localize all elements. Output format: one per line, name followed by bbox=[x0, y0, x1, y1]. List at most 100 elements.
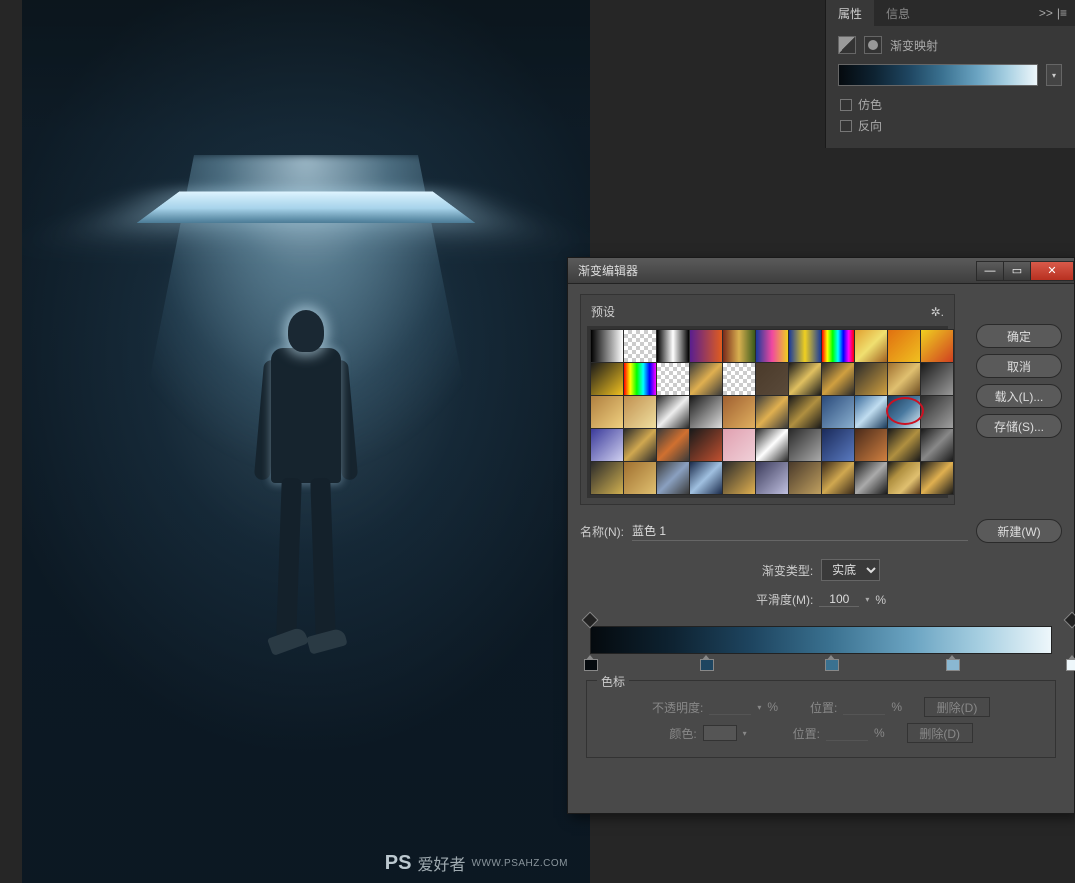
color-label: 颜色: bbox=[669, 725, 696, 742]
preset-swatch[interactable] bbox=[756, 396, 788, 428]
opacity-stop[interactable] bbox=[584, 614, 596, 626]
preset-swatch[interactable] bbox=[822, 429, 854, 461]
position-input-2[interactable] bbox=[826, 726, 868, 741]
color-swatch[interactable] bbox=[703, 725, 737, 741]
window-maximize-button[interactable]: ▭ bbox=[1003, 261, 1031, 281]
ok-button[interactable]: 确定 bbox=[976, 324, 1062, 348]
cancel-button[interactable]: 取消 bbox=[976, 354, 1062, 378]
color-stop[interactable] bbox=[946, 655, 958, 667]
name-label: 名称(N): bbox=[580, 523, 624, 540]
preset-swatch[interactable] bbox=[789, 330, 821, 362]
preset-swatch[interactable] bbox=[921, 396, 953, 428]
preset-swatch[interactable] bbox=[723, 396, 755, 428]
opacity-stop[interactable] bbox=[1066, 614, 1075, 626]
preset-swatch[interactable] bbox=[756, 429, 788, 461]
percent-label-2: % bbox=[767, 700, 778, 714]
gradient-bar[interactable] bbox=[590, 626, 1052, 654]
preset-swatch[interactable] bbox=[624, 330, 656, 362]
preset-swatch[interactable] bbox=[624, 363, 656, 395]
gradient-preview[interactable] bbox=[838, 64, 1038, 86]
percent-label-4: % bbox=[874, 726, 885, 740]
opacity-input[interactable] bbox=[709, 700, 751, 715]
preset-swatch[interactable] bbox=[855, 396, 887, 428]
preset-swatch[interactable] bbox=[591, 396, 623, 428]
preset-swatch[interactable] bbox=[591, 363, 623, 395]
preset-swatch[interactable] bbox=[921, 330, 953, 362]
preset-swatch[interactable] bbox=[723, 429, 755, 461]
tab-info[interactable]: 信息 bbox=[874, 0, 922, 27]
smoothness-dropdown-icon[interactable]: ▾ bbox=[865, 595, 869, 604]
presets-menu-gear-icon[interactable]: ✲. bbox=[931, 305, 944, 319]
color-stop[interactable] bbox=[825, 655, 837, 667]
preset-swatch[interactable] bbox=[657, 396, 689, 428]
preset-swatch[interactable] bbox=[888, 396, 920, 428]
preset-swatch[interactable] bbox=[855, 330, 887, 362]
preset-swatch[interactable] bbox=[624, 396, 656, 428]
gradient-type-select[interactable]: 实底 bbox=[821, 559, 880, 581]
preset-swatch[interactable] bbox=[591, 462, 623, 494]
preset-swatch[interactable] bbox=[690, 363, 722, 395]
preset-swatch[interactable] bbox=[756, 363, 788, 395]
preset-swatch[interactable] bbox=[789, 396, 821, 428]
position-input-1[interactable] bbox=[843, 700, 885, 715]
preset-swatch[interactable] bbox=[789, 429, 821, 461]
preset-swatch[interactable] bbox=[888, 330, 920, 362]
preset-swatch[interactable] bbox=[624, 429, 656, 461]
save-button[interactable]: 存储(S)... bbox=[976, 414, 1062, 438]
dialog-titlebar[interactable]: 渐变编辑器 — ▭ ✕ bbox=[568, 258, 1074, 284]
color-stop[interactable] bbox=[584, 655, 596, 667]
preset-swatch[interactable] bbox=[822, 363, 854, 395]
preset-swatch[interactable] bbox=[855, 363, 887, 395]
preset-swatch[interactable] bbox=[657, 363, 689, 395]
panel-menu-icon[interactable]: |≡ bbox=[1057, 6, 1067, 20]
preset-swatch[interactable] bbox=[822, 330, 854, 362]
color-stop[interactable] bbox=[700, 655, 712, 667]
preset-swatch[interactable] bbox=[888, 462, 920, 494]
tab-properties[interactable]: 属性 bbox=[826, 0, 874, 27]
skylight bbox=[136, 191, 475, 223]
dialog-title: 渐变编辑器 bbox=[578, 262, 638, 279]
new-button[interactable]: 新建(W) bbox=[976, 519, 1062, 543]
window-close-button[interactable]: ✕ bbox=[1030, 261, 1074, 281]
smoothness-input[interactable] bbox=[819, 592, 859, 607]
preset-swatch[interactable] bbox=[789, 363, 821, 395]
preset-swatch[interactable] bbox=[921, 429, 953, 461]
preset-swatch[interactable] bbox=[624, 462, 656, 494]
name-input[interactable] bbox=[632, 522, 968, 541]
preset-swatch[interactable] bbox=[789, 462, 821, 494]
preset-swatch[interactable] bbox=[756, 330, 788, 362]
preset-swatch[interactable] bbox=[690, 330, 722, 362]
gradient-editor-dialog: 渐变编辑器 — ▭ ✕ 确定 取消 载入(L)... 存储(S)... 预设 ✲… bbox=[567, 257, 1075, 814]
preset-swatch[interactable] bbox=[855, 429, 887, 461]
preset-swatch[interactable] bbox=[822, 396, 854, 428]
preset-swatch[interactable] bbox=[591, 330, 623, 362]
preset-swatch[interactable] bbox=[690, 429, 722, 461]
load-button[interactable]: 载入(L)... bbox=[976, 384, 1062, 408]
preset-swatch[interactable] bbox=[723, 330, 755, 362]
preset-swatch[interactable] bbox=[723, 462, 755, 494]
preset-swatch[interactable] bbox=[657, 429, 689, 461]
gradient-dropdown-icon[interactable]: ▾ bbox=[1046, 64, 1062, 86]
preset-swatch[interactable] bbox=[888, 429, 920, 461]
preset-swatch[interactable] bbox=[657, 462, 689, 494]
preset-swatch[interactable] bbox=[888, 363, 920, 395]
gradient-type-label: 渐变类型: bbox=[762, 562, 813, 579]
preset-swatch[interactable] bbox=[855, 462, 887, 494]
preset-swatch[interactable] bbox=[690, 396, 722, 428]
preset-swatch[interactable] bbox=[591, 429, 623, 461]
preset-swatch[interactable] bbox=[756, 462, 788, 494]
preset-swatch[interactable] bbox=[921, 462, 953, 494]
preset-swatch[interactable] bbox=[822, 462, 854, 494]
panel-collapse-icon[interactable]: >> bbox=[1039, 6, 1053, 20]
color-stops-frame: 色标 不透明度: ▾ % 位置: % 删除(D) 颜色: ▾ 位置: % bbox=[586, 680, 1056, 758]
window-minimize-button[interactable]: — bbox=[976, 261, 1004, 281]
reverse-checkbox[interactable] bbox=[840, 120, 852, 132]
color-stop[interactable] bbox=[1066, 655, 1075, 667]
preset-swatch[interactable] bbox=[723, 363, 755, 395]
delete-opacity-stop-button[interactable]: 删除(D) bbox=[924, 697, 990, 717]
delete-color-stop-button[interactable]: 删除(D) bbox=[907, 723, 973, 743]
preset-swatch[interactable] bbox=[657, 330, 689, 362]
preset-swatch[interactable] bbox=[690, 462, 722, 494]
dither-checkbox[interactable] bbox=[840, 99, 852, 111]
preset-swatch[interactable] bbox=[921, 363, 953, 395]
